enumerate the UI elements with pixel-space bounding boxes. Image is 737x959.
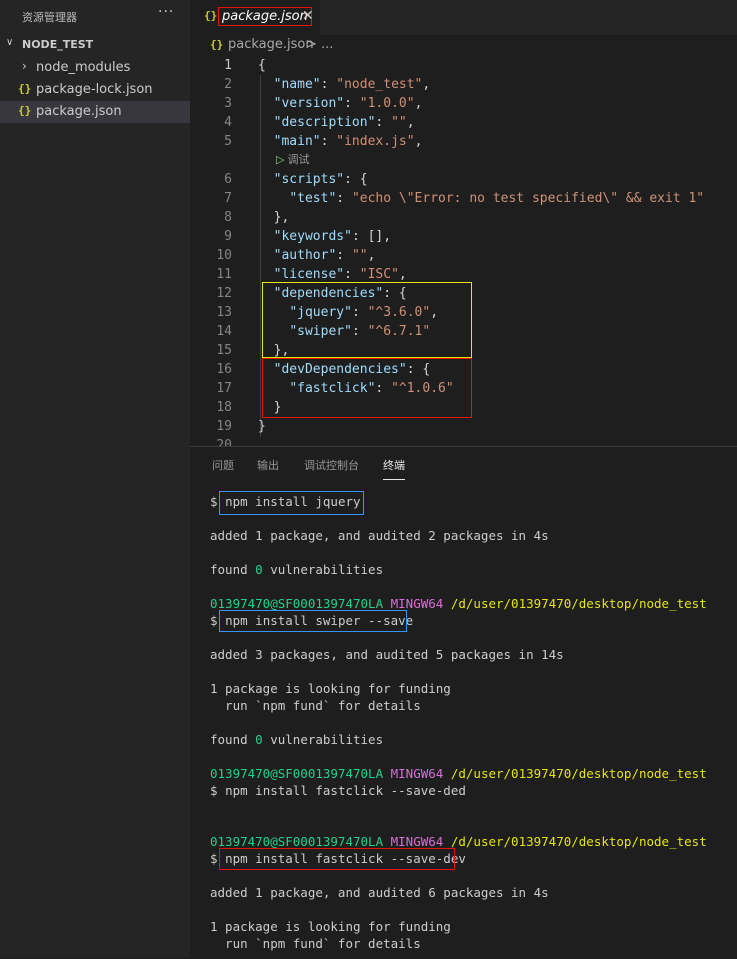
line-number: 6: [224, 172, 232, 187]
bottom-panel: 问题 输出 调试控制台 终端 $ npm install jquery adde…: [190, 446, 737, 959]
line-number: 3: [224, 96, 232, 111]
code-line: "scripts": {: [273, 172, 368, 187]
line-number: 4: [224, 115, 232, 130]
code-line: "name": "node_test",: [273, 77, 431, 92]
terminal-line: added 1 package, and audited 6 packages …: [210, 885, 549, 900]
json-file-icon: {}: [18, 104, 32, 117]
code-line: "author": "",: [273, 248, 376, 263]
chevron-down-icon: ∨: [6, 37, 14, 48]
terminal-line: found 0 vulnerabilities: [210, 732, 384, 747]
line-number: 1: [224, 58, 232, 73]
line-number: 18: [216, 400, 232, 415]
code-line: "keywords": [],: [273, 229, 392, 244]
close-icon[interactable]: ✕: [302, 8, 314, 24]
code-line: "test": "echo \"Error: no test specified…: [289, 191, 705, 206]
terminal[interactable]: $ npm install jquery added 1 package, an…: [190, 447, 737, 959]
terminal-line: $ npm install fastclick --save-ded: [210, 783, 466, 798]
terminal-line: found 0 vulnerabilities: [210, 562, 384, 577]
line-number: 7: [224, 191, 232, 206]
debug-codelens[interactable]: ▷ 调试: [276, 151, 309, 167]
folder-node-test[interactable]: ∨ NODE_TEST: [0, 35, 190, 57]
tree-item-label: package-lock.json: [36, 82, 153, 97]
terminal-line: added 3 packages, and audited 5 packages…: [210, 647, 564, 662]
line-number: 14: [216, 324, 232, 339]
terminal-line: run `npm fund` for details: [210, 936, 421, 951]
terminal-line: 01397470@SF0001397470LA MINGW64 /d/user/…: [210, 766, 707, 781]
devdependencies-highlight-box: [262, 358, 472, 418]
play-icon: ▷: [276, 153, 285, 166]
terminal-line: 1 package is looking for funding: [210, 919, 451, 934]
code-line: },: [258, 210, 290, 225]
terminal-line: 1 package is looking for funding: [210, 681, 451, 696]
breadcrumb-file[interactable]: package.json: [228, 37, 314, 52]
folder-name: NODE_TEST: [22, 38, 94, 51]
tab-bar: {} package.json ✕: [190, 0, 737, 35]
code-line: }: [258, 419, 266, 434]
line-number: 8: [224, 210, 232, 225]
json-file-icon: {}: [18, 82, 32, 95]
code-line: "main": "index.js",: [273, 134, 423, 149]
line-number: 10: [216, 248, 232, 263]
code-line: {: [258, 58, 266, 73]
tree-item-package-lock[interactable]: {} package-lock.json: [0, 79, 190, 101]
json-file-icon: {}: [204, 9, 218, 22]
command-highlight-box: [219, 848, 455, 870]
tree-item-label: package.json: [36, 104, 122, 119]
explorer-sidebar: 资源管理器 ··· ∨ NODE_TEST › node_modules {} …: [0, 0, 190, 958]
line-number: 9: [224, 229, 232, 244]
tree-item-label: node_modules: [36, 60, 131, 75]
code-line: "version": "1.0.0",: [273, 96, 423, 111]
line-number: 13: [216, 305, 232, 320]
line-number: 12: [216, 286, 232, 301]
breadcrumb: {} package.json > ...: [190, 35, 737, 55]
terminal-line: run `npm fund` for details: [210, 698, 421, 713]
line-number: 11: [216, 267, 232, 282]
line-number: 17: [216, 381, 232, 396]
explorer-title: 资源管理器: [22, 11, 77, 24]
terminal-line: 01397470@SF0001397470LA MINGW64 /d/user/…: [210, 596, 707, 611]
json-file-icon: {}: [210, 38, 224, 51]
breadcrumb-separator[interactable]: > ...: [306, 37, 333, 52]
tab-label: package.json: [218, 7, 312, 26]
line-number: 15: [216, 343, 232, 358]
chevron-right-icon: ›: [22, 59, 27, 73]
command-highlight-box: [219, 491, 364, 515]
dependencies-highlight-box: [262, 282, 472, 358]
line-number: 2: [224, 77, 232, 92]
code-line: "license": "ISC",: [273, 267, 407, 282]
line-number: 5: [224, 134, 232, 149]
line-number: 16: [216, 362, 232, 377]
code-line: "description": "",: [273, 115, 415, 130]
tree-item-node-modules[interactable]: › node_modules: [0, 57, 190, 79]
tab-package-json[interactable]: {} package.json ✕: [190, 0, 320, 35]
command-highlight-box: [219, 610, 407, 632]
code-editor[interactable]: 1 2 3 4 5 6 7 8 9 10 11 12 13 14 15 16 1…: [190, 56, 737, 453]
terminal-line: added 1 package, and audited 2 packages …: [210, 528, 549, 543]
line-number: 19: [216, 419, 232, 434]
more-actions-icon[interactable]: ···: [158, 4, 174, 20]
terminal-line: 01397470@SF0001397470LA MINGW64 /d/user/…: [210, 834, 707, 849]
tree-item-package-json[interactable]: {} package.json: [0, 101, 190, 123]
